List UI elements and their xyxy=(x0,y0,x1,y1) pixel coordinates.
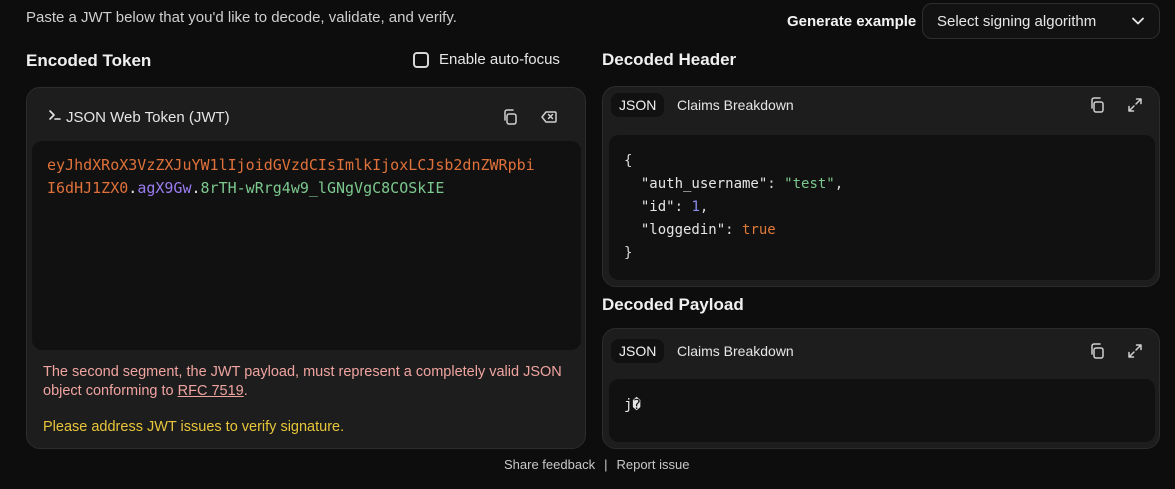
autofocus-label: Enable auto-focus xyxy=(439,51,560,68)
footer-separator: | xyxy=(604,457,608,472)
json-line: "id": 1, xyxy=(640,199,709,215)
expand-icon[interactable] xyxy=(1125,95,1145,115)
json-key: "auth_username" xyxy=(640,176,768,192)
token-signature-part: 8rTH-wRrg4w9_lGNgVgC8COSkIE xyxy=(200,179,445,197)
json-line: "auth_username": "test", xyxy=(640,176,844,192)
decoded-header-title: Decoded Header xyxy=(602,50,737,69)
decoded-header-panel: JSON Claims Breakdown { "auth_username":… xyxy=(602,86,1160,287)
error-text: The second segment, the JWT payload, mus… xyxy=(43,364,562,399)
decoded-header-content: { "auth_username": "test", "id": 1, "log… xyxy=(609,135,1155,280)
clear-icon[interactable] xyxy=(539,107,559,127)
jwt-token-input[interactable]: eyJhdXRoX3VzZXJuYW1lIjoidGVzdCIsImlkIjox… xyxy=(32,141,581,350)
intro-text: Paste a JWT below that you'd like to dec… xyxy=(26,9,457,26)
signature-warning: Please address JWT issues to verify sign… xyxy=(43,419,345,435)
generate-example-button[interactable]: Generate example xyxy=(787,13,916,30)
tab-json[interactable]: JSON xyxy=(611,93,665,117)
open-brace: { xyxy=(624,153,633,169)
token-dot: . xyxy=(191,179,201,197)
algorithm-select-value: Select signing algorithm xyxy=(937,12,1097,30)
tab-claims-breakdown[interactable]: Claims Breakdown xyxy=(677,343,794,359)
copy-icon[interactable] xyxy=(1087,341,1107,361)
report-issue-link[interactable]: Report issue xyxy=(616,457,689,472)
jwt-panel-header: JSON Web Token (JWT) xyxy=(48,108,230,126)
expand-icon[interactable] xyxy=(1125,341,1145,361)
copy-icon[interactable] xyxy=(500,107,520,127)
payload-error-message: The second segment, the JWT payload, mus… xyxy=(43,363,578,401)
error-end: . xyxy=(243,383,248,399)
token-header-part: eyJhdXRoX3VzZXJuYW1lIjoidGVzdCIsImlkIjox… xyxy=(47,156,535,174)
json-key: "loggedin" xyxy=(640,222,726,238)
decoded-payload-content: j� xyxy=(609,379,1155,442)
algorithm-select[interactable]: Select signing algorithm xyxy=(922,3,1160,39)
token-header-part-cont: I6dHJ1ZX0 xyxy=(47,179,129,197)
footer: Share feedback | Report issue xyxy=(504,457,689,472)
json-value: "test" xyxy=(784,176,835,192)
json-key: "id" xyxy=(640,199,675,215)
rfc-link[interactable]: RFC 7519 xyxy=(178,383,244,399)
autofocus-checkbox[interactable] xyxy=(413,51,429,68)
share-feedback-link[interactable]: Share feedback xyxy=(504,457,595,472)
encoded-token-panel: JSON Web Token (JWT) eyJhdXRoX3VzZXJuYW1… xyxy=(26,87,586,449)
token-dot: . xyxy=(128,179,138,197)
decoded-payload-title: Decoded Payload xyxy=(602,295,744,314)
copy-icon[interactable] xyxy=(1087,95,1107,115)
json-value: true xyxy=(742,222,776,238)
autofocus-toggle[interactable]: Enable auto-focus xyxy=(413,51,560,68)
tab-claims-breakdown[interactable]: Claims Breakdown xyxy=(677,97,794,113)
tab-json[interactable]: JSON xyxy=(611,339,665,363)
json-value: 1 xyxy=(691,199,700,215)
decoded-payload-panel: JSON Claims Breakdown j� xyxy=(602,328,1160,449)
close-brace: } xyxy=(624,245,633,261)
jwt-panel-title: JSON Web Token (JWT) xyxy=(66,108,230,126)
encoded-token-title: Encoded Token xyxy=(26,51,152,70)
chevron-down-icon xyxy=(1131,14,1145,28)
json-line: "loggedin": true xyxy=(640,222,776,238)
terminal-icon xyxy=(48,108,62,126)
token-payload-part: agX9Gw xyxy=(137,179,192,197)
